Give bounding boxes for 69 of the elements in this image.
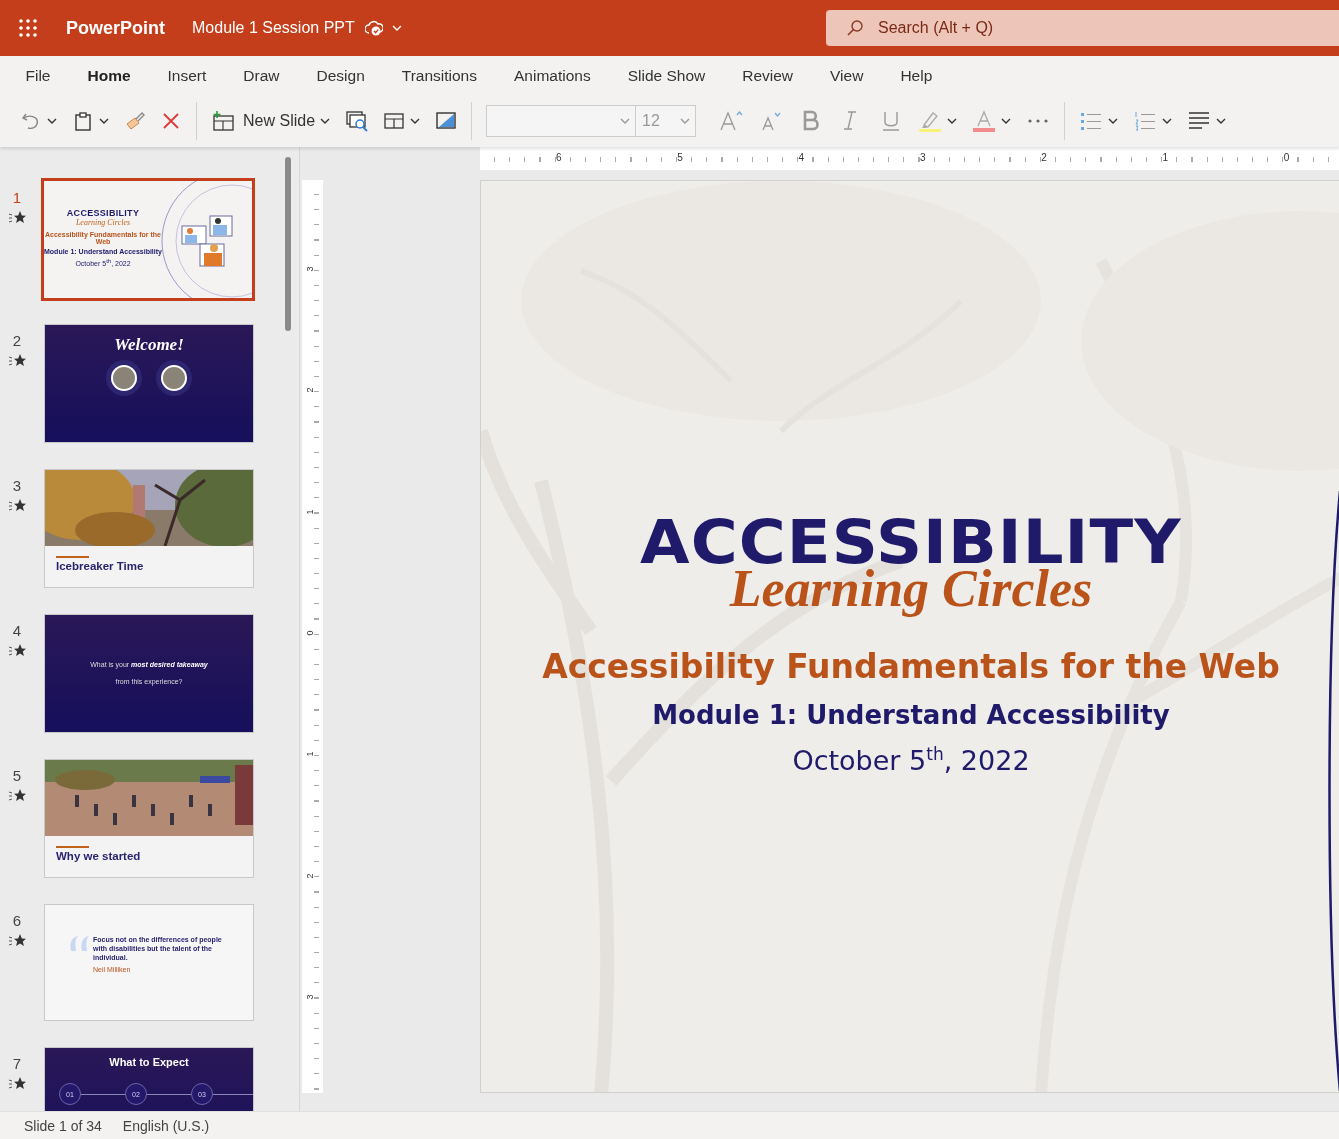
animation-star-icon xyxy=(8,788,26,802)
search-field[interactable]: Search (Alt + Q) xyxy=(826,10,1339,46)
paintbrush-icon[interactable] xyxy=(124,110,146,132)
slide-search-icon[interactable] xyxy=(345,110,370,132)
slide-number: 3 xyxy=(12,477,22,494)
cloud-check-icon[interactable] xyxy=(364,20,383,36)
ruler-number: 3 xyxy=(919,152,926,163)
clipboard-icon[interactable] xyxy=(72,110,94,132)
ruler-number: 2 xyxy=(304,387,315,393)
slide-thumbnail[interactable]: Why we started xyxy=(44,759,254,878)
ruler-number: 2 xyxy=(1041,152,1047,163)
quote-mark-icon xyxy=(69,935,91,953)
animation-star-icon xyxy=(8,498,26,512)
slide-subtitle: Module 1: Understand Accessibility xyxy=(652,700,1170,731)
ribbon-tab[interactable]: Help xyxy=(881,66,951,85)
ruler-number: 5 xyxy=(677,152,683,163)
ribbon-tab[interactable]: Design xyxy=(298,66,384,85)
ribbon-tab[interactable]: Review xyxy=(723,66,812,85)
thumb-heading: ACCESSIBILITY xyxy=(66,209,140,219)
align-left-icon[interactable] xyxy=(1187,110,1212,132)
slide-number: 6 xyxy=(12,912,22,929)
ruler-number: 1 xyxy=(304,751,315,757)
thumb-script: Learning Circles xyxy=(75,218,131,228)
ruler-number: 1 xyxy=(1162,152,1169,163)
ruler-number: 4 xyxy=(798,152,805,163)
ribbon-tab[interactable]: Slide Show xyxy=(609,66,724,85)
ribbon-tab[interactable]: View xyxy=(811,66,882,85)
ruler-number: 3 xyxy=(304,266,315,272)
layout-icon[interactable] xyxy=(383,110,406,132)
animation-star-icon xyxy=(8,210,26,224)
animation-star-icon xyxy=(8,1076,26,1090)
slide-number: 1 xyxy=(12,189,22,206)
ribbon-tab[interactable]: Draw xyxy=(224,66,298,85)
slide-title: Accessibility Fundamentals for the Web xyxy=(542,647,1280,687)
language-indicator[interactable]: English (U.S.) xyxy=(122,1117,210,1134)
ruler-number: 0 xyxy=(1283,152,1290,163)
thumb-title: Icebreaker Time xyxy=(56,560,145,572)
ribbon-tab[interactable]: Insert xyxy=(149,66,225,85)
thumb-title: What to Expect xyxy=(109,1056,189,1068)
thumb-title: Why we started xyxy=(56,850,142,862)
slide-date: October 5$^{th}$, 2022 xyxy=(792,744,1030,777)
ruler-number: 2 xyxy=(304,873,315,878)
background-icon[interactable] xyxy=(435,110,458,132)
ruler-number: 6 xyxy=(556,152,562,163)
slide-number: 5 xyxy=(12,767,22,784)
slide-number: 7 xyxy=(12,1055,22,1072)
animation-star-icon xyxy=(8,643,26,657)
ruler-number: 0 xyxy=(304,630,315,636)
app-launcher-icon[interactable] xyxy=(18,18,38,38)
new-slide-button[interactable]: New Slide xyxy=(211,110,316,132)
ribbon-tab[interactable]: File xyxy=(7,66,69,85)
ribbon-tab[interactable]: Transitions xyxy=(383,66,496,85)
font-color-icon[interactable] xyxy=(972,110,997,132)
new-slide-icon xyxy=(211,110,235,132)
animation-star-icon xyxy=(8,353,26,367)
ruler-number: 3 xyxy=(304,994,315,1000)
slide-number: 4 xyxy=(12,622,22,639)
ribbon-tab[interactable]: Home xyxy=(69,66,150,85)
scrollbar[interactable] xyxy=(285,157,291,331)
ribbon-tab[interactable]: Animations xyxy=(495,66,610,85)
ruler-number: 1 xyxy=(304,509,315,515)
document-title[interactable]: Module 1 Session PPT xyxy=(192,19,355,37)
thumb-title: Welcome! xyxy=(114,335,184,355)
animation-star-icon xyxy=(8,933,26,947)
slide-thumbnail[interactable]: Welcome! xyxy=(44,324,254,443)
slide-number: 2 xyxy=(12,332,22,349)
app-name[interactable]: PowerPoint xyxy=(66,17,165,39)
slide-count: Slide 1 of 34 xyxy=(24,1117,102,1134)
slide-thumbnail[interactable]: Icebreaker Time xyxy=(44,469,254,588)
